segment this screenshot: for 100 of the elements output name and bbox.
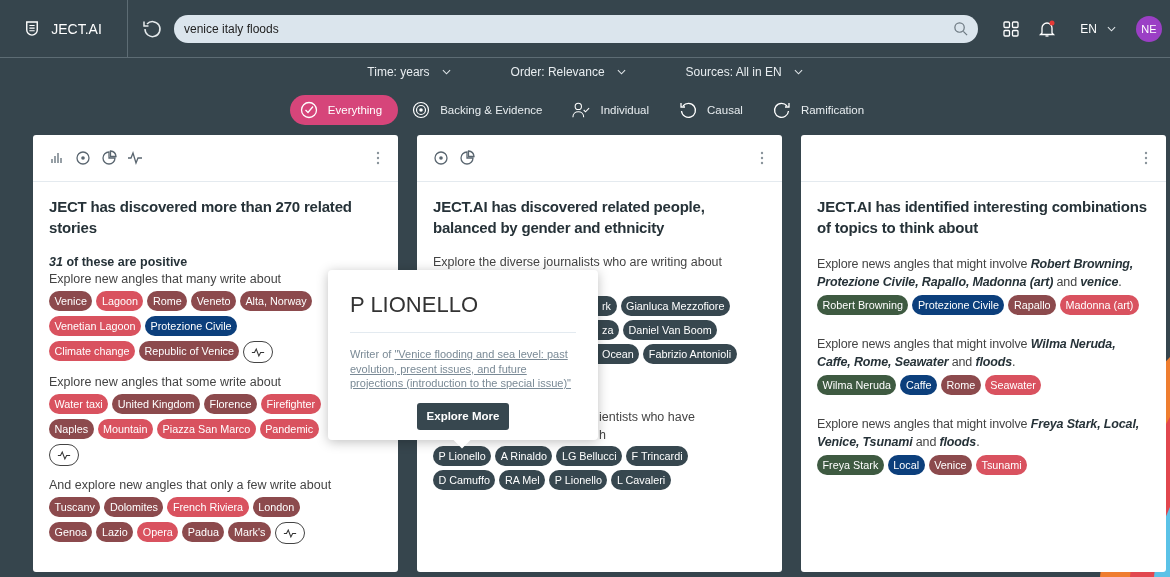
topic-tag[interactable]: Climate change [49, 341, 136, 361]
more-options-icon[interactable] [376, 151, 380, 165]
topic-tag[interactable]: Rome [941, 375, 981, 395]
person-tag[interactable]: P Lionello [549, 470, 608, 490]
target-icon[interactable] [433, 150, 449, 166]
category-tab[interactable]: Individual [562, 95, 666, 125]
check-circle-icon [299, 101, 318, 119]
topic-tag[interactable]: Opera [137, 522, 179, 542]
section-label: Explore the diverse journalists who are writing about [433, 255, 723, 269]
more-options-icon[interactable] [1144, 151, 1148, 165]
category-tab[interactable]: Everything [289, 95, 399, 125]
topic-tag[interactable]: Mountain [97, 419, 154, 439]
topic-tag[interactable]: Wilma Neruda [817, 375, 897, 395]
trend-button[interactable] [49, 444, 79, 466]
card-title: JECT.AI has discovered related people, balanced by gender and ethnicity [433, 197, 706, 238]
topic-tag[interactable]: Pandemic [259, 419, 319, 439]
topic-tag[interactable]: Alta, Norway [239, 291, 313, 311]
topic-tag[interactable]: French Riviera [167, 497, 249, 517]
language-menu[interactable]: EN [1074, 20, 1122, 37]
topic-tag[interactable]: Venice [928, 455, 973, 475]
filter-dropdown[interactable]: Order: Relevance [504, 64, 632, 80]
category-tab[interactable]: Causal [669, 95, 759, 125]
bar-chart-icon[interactable] [49, 150, 65, 166]
topic-tag[interactable]: Robert Browning [817, 295, 909, 315]
caret-icon [441, 69, 451, 75]
person-tag[interactable]: Fabrizio Antonioli [643, 344, 737, 364]
person-tag[interactable]: Daniel Van Boom [622, 320, 718, 340]
card-title: JECT has discovered more than 270 related stories [49, 197, 353, 238]
app-name: JECT.AI [51, 20, 102, 37]
pulse-icon [282, 527, 297, 539]
topic-tag[interactable]: Venetian Lagoon [49, 316, 142, 336]
filter-dropdown[interactable]: Time: years [361, 64, 457, 80]
topic-tag[interactable]: Caffe [900, 375, 938, 395]
search-icon[interactable] [953, 20, 969, 36]
filter-dropdown[interactable]: Sources: All in EN [679, 64, 809, 80]
pie-chart-icon[interactable] [459, 150, 475, 166]
person-tag[interactable]: P Lionello [433, 446, 492, 466]
person-check-icon [572, 101, 591, 119]
apps-grid-icon[interactable] [1002, 19, 1021, 38]
topic-tag[interactable]: Local [887, 455, 925, 475]
person-tag[interactable]: A Rinaldo [495, 446, 553, 466]
topic-tag[interactable]: Republic of Venice [139, 341, 240, 361]
positive-count: 31 of these are positive [49, 255, 189, 269]
topic-tag[interactable]: Firefighter [261, 394, 321, 414]
topic-tag[interactable]: United Kingdom [112, 394, 201, 414]
topic-tag[interactable]: Freya Stark [817, 455, 884, 475]
search-field[interactable]: venice italy floods [174, 14, 979, 43]
topic-tag[interactable]: Veneto [191, 291, 236, 311]
popover-title: P LIONELLO [350, 292, 576, 333]
person-tag[interactable]: D Camuffo [433, 470, 496, 490]
caret-icon [616, 69, 626, 75]
person-tag[interactable]: LG Bellucci [556, 446, 623, 466]
topic-tag[interactable]: Seawater [984, 375, 1042, 395]
target-icon[interactable] [75, 150, 91, 166]
topic-tag[interactable]: Rome [147, 291, 188, 311]
topic-tag[interactable]: Rapallo [1008, 295, 1057, 315]
redo-icon [772, 101, 791, 119]
person-tag[interactable]: L Cavaleri [611, 470, 671, 490]
topic-tag[interactable]: Lazio [96, 522, 134, 542]
undo-icon [679, 101, 698, 119]
topic-tag[interactable]: Dolomites [104, 497, 164, 517]
more-options-icon[interactable] [760, 151, 764, 165]
pulse-icon [57, 449, 71, 461]
target-icon [412, 101, 431, 119]
explore-more-button[interactable]: Explore More [416, 402, 510, 430]
topic-tag[interactable]: Piazza San Marco [157, 419, 256, 439]
topic-tag[interactable]: Tuscany [49, 497, 101, 517]
pulse-icon[interactable] [127, 150, 143, 166]
topic-tag[interactable]: Madonna (art) [1060, 295, 1139, 315]
trend-button[interactable] [274, 522, 305, 544]
topic-tag[interactable]: Florence [204, 394, 258, 414]
topic-tag[interactable]: Mark's [228, 522, 271, 542]
topic-tag[interactable]: London [252, 497, 300, 517]
article-link[interactable]: Writer of "Venice flooding and sea level: past evolution, present issues, and future projections (introduction to the special issue)" [350, 347, 576, 391]
topic-tag[interactable]: Water taxi [49, 394, 109, 414]
section-label: ientists who have [599, 409, 695, 426]
section-label: Explore new angles that some write about [49, 375, 282, 389]
topic-tag[interactable]: Padua [182, 522, 225, 542]
person-tag[interactable]: F Trincardi [626, 446, 689, 466]
topic-tag[interactable]: Protezione Civile [912, 295, 1005, 315]
caret-icon [793, 69, 803, 75]
topic-tag[interactable]: Lagoon [96, 291, 144, 311]
angle-text: Explore news angles that might involve Robert Browning, Protezione Civile, Rapallo, Madonna (art) and venice. [817, 256, 1135, 291]
angle-text: Explore news angles that might involve Freya Stark, Local, Venice, Tsunami and floods. [817, 416, 1141, 451]
topic-tag[interactable]: Naples [49, 419, 94, 439]
card-title: JECT.AI has identified interesting combinations of topics to think about [817, 197, 1148, 238]
category-tab[interactable]: Ramification [762, 95, 881, 125]
history-icon[interactable] [142, 18, 162, 39]
person-tag[interactable]: RA Mel [499, 470, 546, 490]
pie-chart-icon[interactable] [101, 150, 117, 166]
trend-button[interactable] [243, 341, 274, 363]
topic-tag[interactable]: Protezione Civile [145, 316, 238, 336]
topic-tag[interactable]: Tsunami [976, 455, 1028, 475]
user-avatar[interactable]: NE [1136, 15, 1162, 42]
logo-icon[interactable] [25, 20, 40, 37]
person-tag[interactable]: Gianluca Mezzofiore [620, 296, 730, 316]
topic-tag[interactable]: Venice [49, 291, 93, 311]
topic-tag[interactable]: Genoa [49, 522, 93, 542]
category-tab[interactable]: Backing & Evidence [402, 95, 559, 125]
bell-icon[interactable] [1038, 19, 1057, 38]
